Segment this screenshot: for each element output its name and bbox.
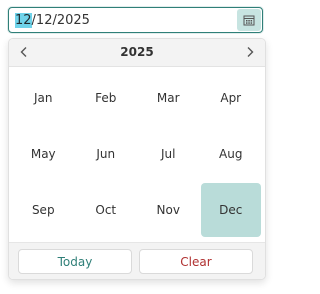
date-input[interactable]: 12/12/2025 — [8, 7, 263, 33]
year-title[interactable]: 2025 — [9, 45, 265, 59]
month-may[interactable]: May — [13, 127, 74, 181]
month-jun[interactable]: Jun — [76, 127, 137, 181]
calendar-toggle-button[interactable] — [237, 9, 261, 31]
month-sep[interactable]: Sep — [13, 183, 74, 237]
month-aug[interactable]: Aug — [201, 127, 262, 181]
today-button[interactable]: Today — [18, 249, 132, 274]
month-oct[interactable]: Oct — [76, 183, 137, 237]
next-year-button[interactable] — [242, 44, 258, 60]
calendar-icon — [243, 11, 255, 30]
month-jul[interactable]: Jul — [138, 127, 199, 181]
month-dec-selected[interactable]: Dec — [200, 183, 261, 237]
month-nov[interactable]: Nov — [138, 183, 199, 237]
date-segment-rest[interactable]: /12/2025 — [32, 13, 90, 28]
month-apr[interactable]: Apr — [201, 71, 262, 125]
date-input-text[interactable]: 12/12/2025 — [15, 13, 90, 28]
month-grid: Jan Feb Mar Apr May Jun Jul Aug Sep Oct … — [13, 71, 261, 237]
month-jan[interactable]: Jan — [13, 71, 74, 125]
chevron-right-icon — [245, 43, 255, 62]
month-feb[interactable]: Feb — [76, 71, 137, 125]
month-picker-popup: 2025 Jan Feb Mar Apr May Jun Jul Aug Sep… — [8, 38, 266, 280]
calendar-footer: Today Clear — [9, 242, 265, 279]
clear-button[interactable]: Clear — [139, 249, 253, 274]
date-segment-selected[interactable]: 12 — [15, 13, 32, 28]
calendar-header: 2025 — [9, 39, 265, 67]
month-mar[interactable]: Mar — [138, 71, 199, 125]
